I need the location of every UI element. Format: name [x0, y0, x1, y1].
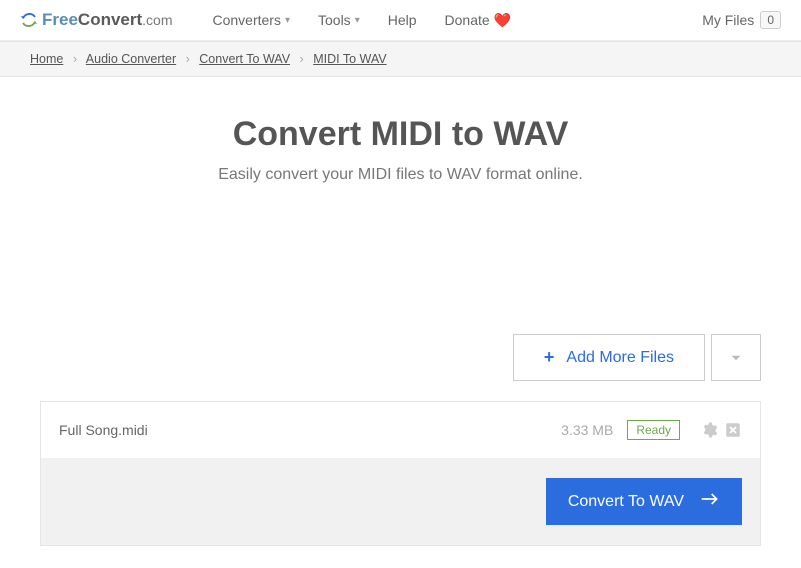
- breadcrumb-sep: ›: [73, 52, 77, 66]
- chevron-down-icon: ▾: [285, 15, 290, 26]
- nav: Converters ▾ Tools ▾ Help Donate ❤️: [213, 12, 703, 29]
- convert-button-label: Convert To WAV: [568, 493, 684, 511]
- logo-icon: [20, 11, 38, 29]
- file-size: 3.33 MB: [561, 422, 613, 438]
- breadcrumb-home[interactable]: Home: [30, 52, 63, 66]
- nav-donate-label: Donate: [445, 12, 490, 28]
- arrow-right-icon: [700, 492, 720, 511]
- nav-tools[interactable]: Tools ▾: [318, 12, 360, 29]
- file-list: Full Song.midi 3.33 MB Ready Convert To …: [40, 401, 761, 546]
- nav-donate[interactable]: Donate ❤️: [445, 12, 512, 29]
- plus-icon: +: [544, 347, 555, 368]
- nav-tools-label: Tools: [318, 12, 351, 28]
- file-status-badge: Ready: [627, 420, 680, 440]
- page-subtitle: Easily convert your MIDI files to WAV fo…: [20, 166, 781, 184]
- breadcrumb-audio-converter[interactable]: Audio Converter: [86, 52, 176, 66]
- breadcrumb-sep: ›: [300, 52, 304, 66]
- breadcrumb-sep: ›: [186, 52, 190, 66]
- action-row: Convert To WAV: [41, 458, 760, 545]
- nav-help[interactable]: Help: [388, 12, 417, 29]
- file-name: Full Song.midi: [59, 422, 561, 438]
- add-more-row: + Add More Files: [20, 334, 781, 401]
- breadcrumb-convert-to-wav[interactable]: Convert To WAV: [199, 52, 290, 66]
- chevron-down-icon: ▾: [355, 15, 360, 26]
- main: Convert MIDI to WAV Easily convert your …: [0, 77, 801, 566]
- heart-icon: ❤️: [494, 12, 511, 29]
- nav-converters-label: Converters: [213, 12, 281, 28]
- breadcrumb-midi-to-wav[interactable]: MIDI To WAV: [313, 52, 386, 66]
- logo[interactable]: FreeConvert.com: [20, 10, 173, 30]
- close-icon: [724, 421, 742, 439]
- my-files-label: My Files: [702, 12, 754, 28]
- chevron-down-icon: [727, 349, 745, 367]
- nav-help-label: Help: [388, 12, 417, 28]
- convert-button[interactable]: Convert To WAV: [546, 478, 742, 525]
- file-row: Full Song.midi 3.33 MB Ready: [41, 402, 760, 458]
- nav-converters[interactable]: Converters ▾: [213, 12, 291, 29]
- add-more-dropdown-button[interactable]: [711, 334, 761, 381]
- add-more-files-button[interactable]: + Add More Files: [513, 334, 705, 381]
- gear-icon: [700, 421, 718, 439]
- header: FreeConvert.com Converters ▾ Tools ▾ Hel…: [0, 0, 801, 41]
- file-remove-button[interactable]: [724, 421, 742, 439]
- add-more-files-label: Add More Files: [566, 349, 674, 367]
- my-files[interactable]: My Files 0: [702, 11, 781, 29]
- logo-text: FreeConvert.com: [42, 10, 173, 30]
- my-files-count: 0: [760, 11, 781, 29]
- page-title: Convert MIDI to WAV: [20, 115, 781, 154]
- breadcrumb: Home › Audio Converter › Convert To WAV …: [0, 41, 801, 77]
- file-settings-button[interactable]: [700, 421, 718, 439]
